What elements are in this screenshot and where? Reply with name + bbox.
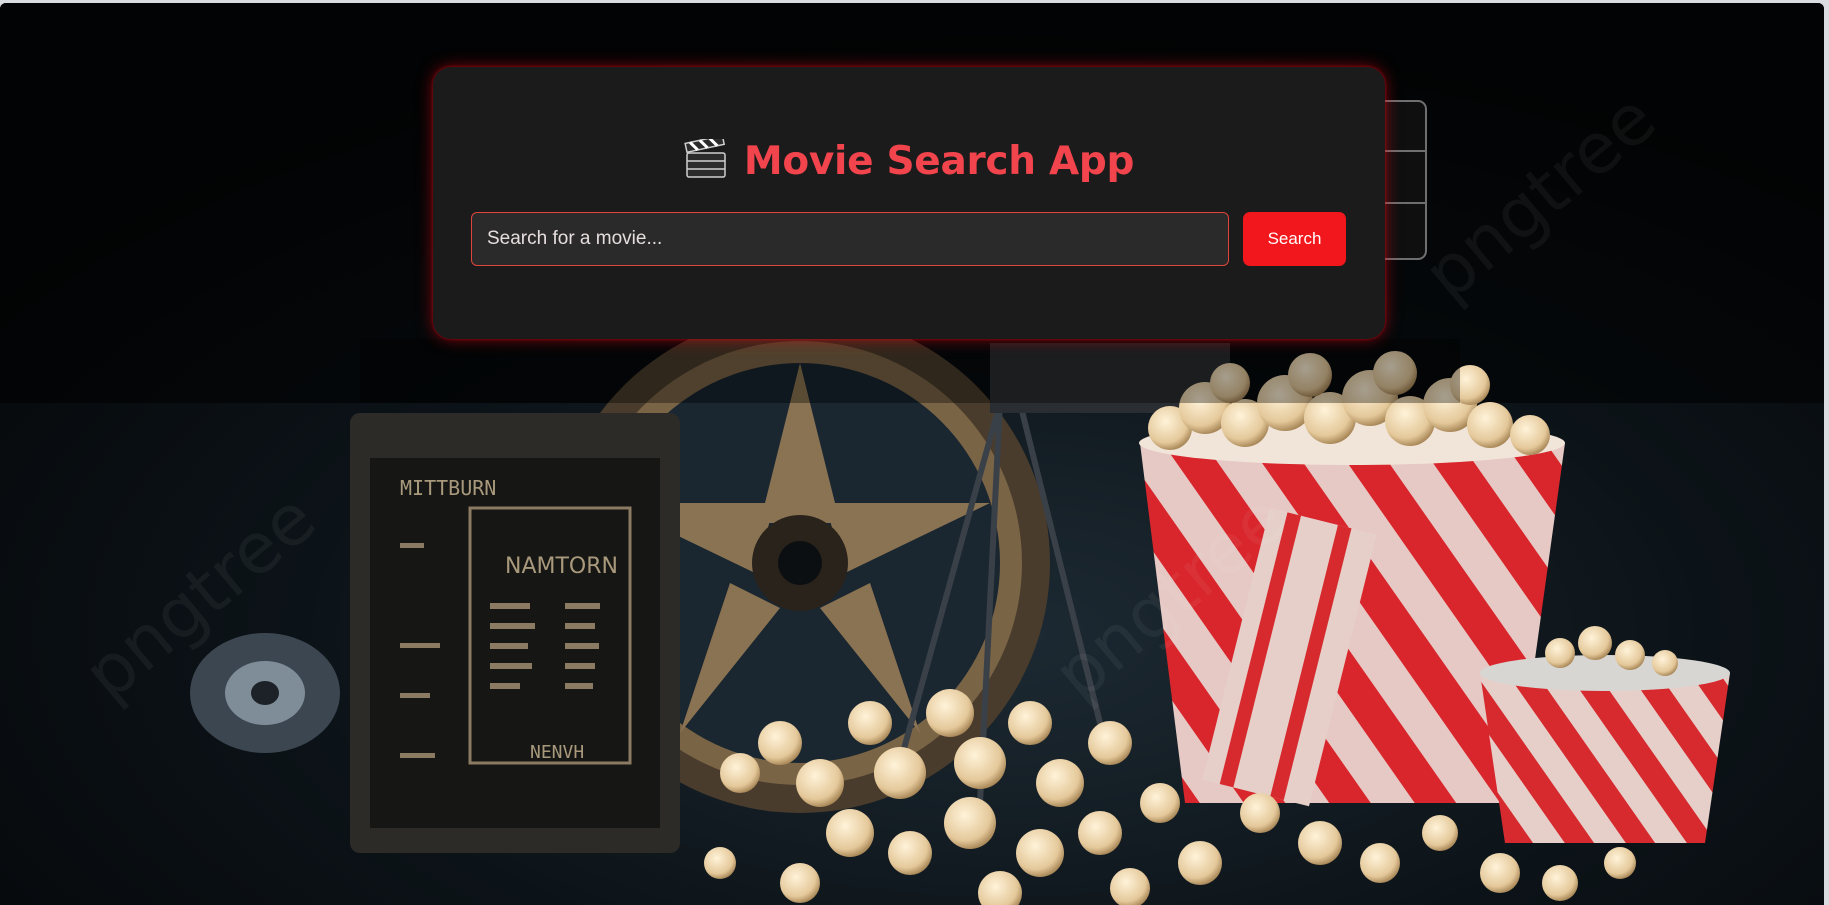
search-button[interactable]: Search bbox=[1243, 212, 1346, 266]
search-card: Movie Search App Search bbox=[433, 67, 1385, 339]
search-input[interactable] bbox=[471, 212, 1229, 266]
svg-text:MITTBURN: MITTBURN bbox=[400, 476, 496, 500]
svg-text:NENVH: NENVH bbox=[530, 742, 584, 763]
app-title-text: Movie Search App bbox=[743, 139, 1135, 184]
clapperboard-icon bbox=[684, 139, 726, 178]
browser-viewport: MITTBURN NAMTORN NENVH pngtree pngtree p… bbox=[0, 3, 1824, 905]
svg-text:NAMTORN: NAMTORN bbox=[505, 554, 618, 579]
search-row: Search bbox=[471, 212, 1346, 266]
app-title: Movie Search App bbox=[433, 139, 1385, 185]
